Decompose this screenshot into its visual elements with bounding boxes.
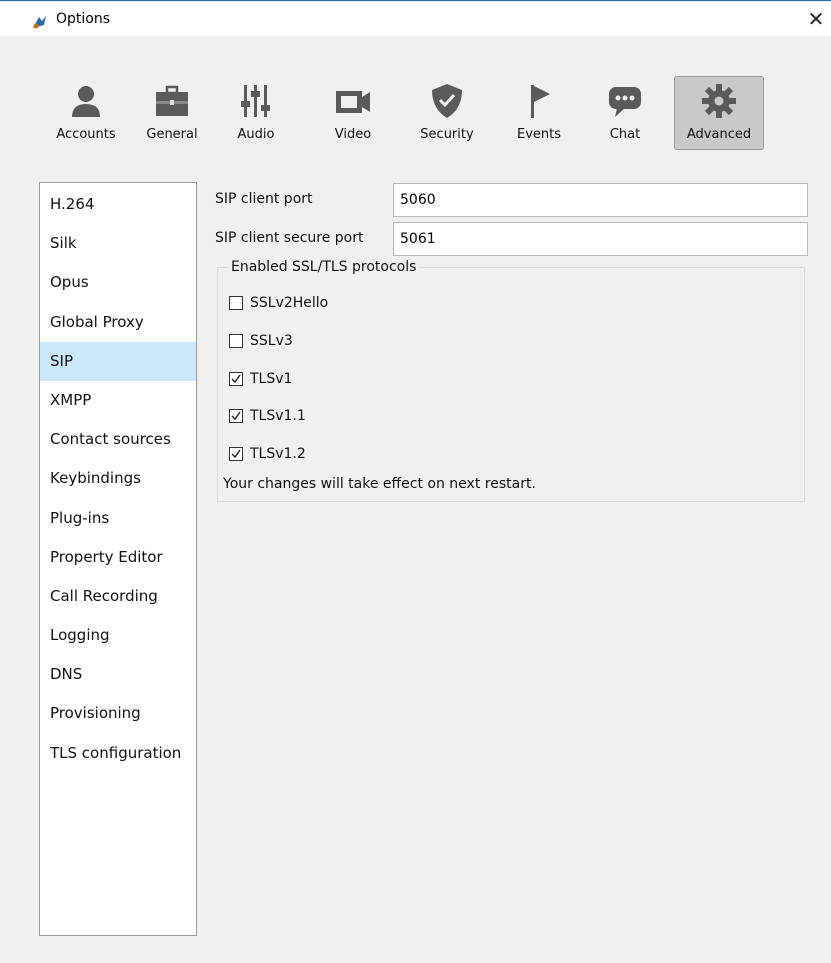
list-item-contact-sources[interactable]: Contact sources: [40, 420, 196, 459]
checkbox[interactable]: [229, 447, 243, 461]
toolbar-label: Audio: [237, 127, 275, 142]
checkbox[interactable]: [229, 334, 243, 348]
checkbox-label: SSLv2Hello: [250, 295, 329, 311]
toolbar-label: Chat: [609, 127, 641, 142]
sip-secure-port-label: SIP client secure port: [215, 230, 364, 246]
camera-icon: [333, 81, 373, 121]
checkmark-icon: [231, 449, 241, 459]
checkbox-row-tlsv1-2[interactable]: TLSv1.2: [229, 444, 306, 464]
checkbox-label: TLSv1.1: [250, 408, 306, 424]
checkbox-row-sslv3[interactable]: SSLv3: [229, 331, 293, 351]
toolbar-accounts-button[interactable]: Accounts: [44, 81, 128, 153]
toolbar-advanced-button[interactable]: Advanced: [674, 76, 764, 150]
sip-client-port-input[interactable]: [393, 183, 808, 217]
checkbox[interactable]: [229, 372, 243, 386]
checkbox-row-tlsv1[interactable]: TLSv1: [229, 369, 292, 389]
list-item-provisioning[interactable]: Provisioning: [40, 694, 196, 733]
list-item-call-recording[interactable]: Call Recording: [40, 577, 196, 616]
ssl-tls-protocols-title: Enabled SSL/TLS protocols: [228, 259, 420, 275]
chat-bubble-icon: [605, 81, 645, 121]
list-item-logging[interactable]: Logging: [40, 616, 196, 655]
list-item-opus[interactable]: Opus: [40, 263, 196, 302]
restart-note: Your changes will take effect on next re…: [223, 476, 536, 492]
briefcase-icon: [152, 81, 192, 121]
list-item-global-proxy[interactable]: Global Proxy: [40, 303, 196, 342]
shield-icon: [427, 81, 467, 121]
toolbar-label: Accounts: [56, 127, 116, 142]
checkbox-row-tlsv1-1[interactable]: TLSv1.1: [229, 406, 306, 426]
toolbar-audio-button[interactable]: Audio: [226, 81, 286, 153]
toolbar-video-button[interactable]: Video: [322, 81, 384, 153]
toolbar-label: General: [146, 127, 198, 142]
checkmark-icon: [231, 374, 241, 384]
toolbar-chat-button[interactable]: Chat: [600, 81, 650, 153]
list-item-h264[interactable]: H.264: [40, 185, 196, 224]
list-item-xmpp[interactable]: XMPP: [40, 381, 196, 420]
app-logo-icon: [30, 13, 48, 31]
toolbar-label: Video: [334, 127, 372, 142]
checkbox[interactable]: [229, 409, 243, 423]
sip-secure-port-input[interactable]: [393, 222, 808, 256]
list-item-keybindings[interactable]: Keybindings: [40, 459, 196, 498]
options-window: Options ✕ Accounts General Audio Video S…: [0, 0, 831, 963]
close-button[interactable]: ✕: [801, 3, 831, 35]
list-item-plug-ins[interactable]: Plug-ins: [40, 499, 196, 538]
equalizer-icon: [236, 81, 276, 121]
title-bar: Options ✕: [0, 2, 831, 36]
window-title: Options: [56, 11, 111, 27]
list-item-dns[interactable]: DNS: [40, 655, 196, 694]
flag-icon: [519, 81, 559, 121]
checkbox[interactable]: [229, 296, 243, 310]
settings-category-list[interactable]: H.264 Silk Opus Global Proxy SIP XMPP Co…: [39, 182, 197, 936]
toolbar-security-button[interactable]: Security: [412, 81, 482, 153]
checkbox-row-sslv2hello[interactable]: SSLv2Hello: [229, 293, 328, 313]
list-item-silk[interactable]: Silk: [40, 224, 196, 263]
gear-icon: [699, 81, 739, 121]
toolbar-label: Security: [420, 127, 474, 142]
checkbox-label: SSLv3: [250, 333, 293, 349]
sip-client-port-label: SIP client port: [215, 191, 313, 207]
toolbar-label: Events: [516, 127, 561, 142]
checkmark-icon: [231, 411, 241, 421]
toolbar-events-button[interactable]: Events: [509, 81, 569, 153]
toolbar-label: Advanced: [686, 127, 752, 142]
checkbox-label: TLSv1: [250, 371, 293, 387]
list-item-property-editor[interactable]: Property Editor: [40, 538, 196, 577]
list-item-tls-configuration[interactable]: TLS configuration: [40, 734, 196, 773]
person-icon: [66, 81, 106, 121]
toolbar-general-button[interactable]: General: [136, 81, 208, 153]
list-item-sip[interactable]: SIP: [40, 341, 196, 381]
checkbox-label: TLSv1.2: [250, 446, 306, 462]
